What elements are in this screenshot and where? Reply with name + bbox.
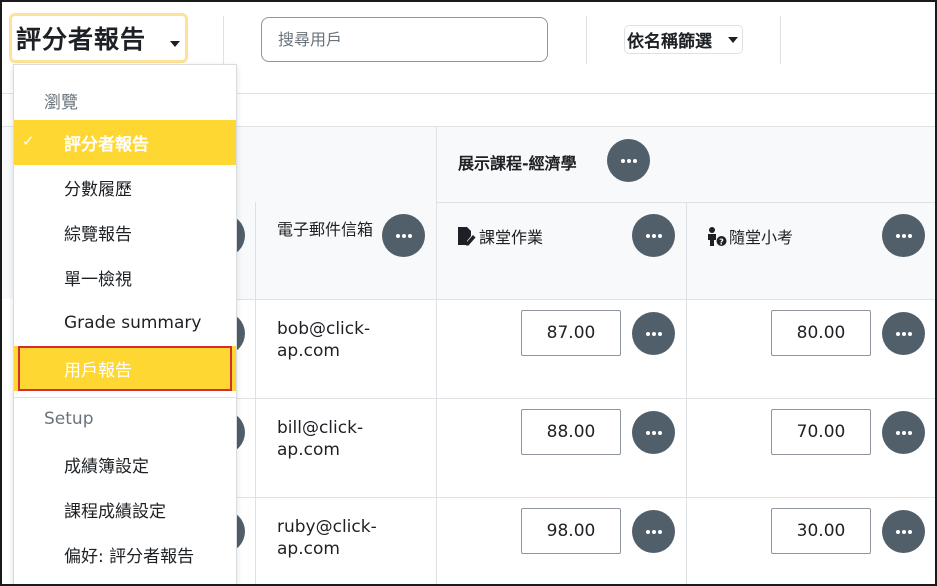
chevron-down-icon bbox=[170, 41, 180, 47]
assignment-column-actions-button[interactable] bbox=[632, 214, 675, 257]
checkmark-icon: ✓ bbox=[22, 132, 35, 150]
quiz-grade-input[interactable] bbox=[771, 310, 871, 356]
svg-text:?: ? bbox=[719, 238, 724, 247]
course-title: 展示課程-經濟學 bbox=[458, 154, 577, 173]
assignment-grade-input[interactable] bbox=[521, 409, 621, 455]
menu-item-user-report[interactable]: 用戶報告 bbox=[14, 346, 236, 391]
menu-divider bbox=[14, 397, 236, 398]
assignment-grade-actions-button[interactable] bbox=[632, 510, 675, 553]
quiz-icon: ? bbox=[708, 227, 727, 247]
report-selector[interactable]: 評分者報告 bbox=[9, 13, 188, 63]
quiz-column-actions-button[interactable] bbox=[882, 214, 925, 257]
column-header-assignment[interactable]: 課堂作業 bbox=[456, 224, 543, 248]
quiz-grade-actions-button[interactable] bbox=[882, 510, 925, 553]
report-dropdown-menu: 瀏覽 ✓ 評分者報告 分數履歷 綜覽報告 單一檢視 Grade summary … bbox=[13, 64, 237, 584]
menu-section-setup: Setup bbox=[44, 409, 94, 429]
quiz-grade-actions-button[interactable] bbox=[882, 411, 925, 454]
assignment-grade-actions-button[interactable] bbox=[632, 411, 675, 454]
toolbar-divider bbox=[780, 16, 781, 64]
quiz-grade-actions-button[interactable] bbox=[882, 312, 925, 355]
assignment-grade-input[interactable] bbox=[521, 508, 621, 554]
toolbar-divider bbox=[586, 16, 587, 64]
menu-item-grader-report[interactable]: ✓ 評分者報告 bbox=[14, 120, 236, 165]
menu-item-single-view[interactable]: 單一檢視 bbox=[14, 255, 236, 300]
assignment-icon bbox=[458, 227, 476, 246]
name-filter-label: 依名稱篩選 bbox=[627, 32, 712, 52]
menu-item-course-grade-settings[interactable]: 課程成績設定 bbox=[14, 487, 236, 532]
student-email: bob@click-ap.com bbox=[277, 319, 371, 361]
toolbar-divider bbox=[223, 16, 224, 64]
search-users-input[interactable] bbox=[261, 17, 548, 62]
menu-item-grade-summary[interactable]: Grade summary bbox=[14, 300, 236, 345]
screenshot-frame: 展示課程-經濟學 電子郵件信箱 課堂作業 ? 隨堂小考 bob@click-ap… bbox=[0, 0, 937, 586]
assignment-grade-input[interactable] bbox=[521, 310, 621, 356]
student-email: bill@click-ap.com bbox=[277, 418, 364, 460]
menu-item-grader-report-preferences[interactable]: 偏好: 評分者報告 bbox=[14, 532, 236, 577]
student-email: ruby@click-ap.com bbox=[277, 517, 377, 559]
assignment-grade-actions-button[interactable] bbox=[632, 312, 675, 355]
menu-item-gradebook-setup[interactable]: 成績簿設定 bbox=[14, 442, 236, 487]
menu-item-grade-history[interactable]: 分數履歷 bbox=[14, 165, 236, 210]
quiz-grade-input[interactable] bbox=[771, 409, 871, 455]
email-column-actions-button[interactable] bbox=[382, 214, 425, 257]
chevron-down-icon bbox=[728, 37, 738, 43]
column-header-email: 電子郵件信箱 bbox=[277, 220, 374, 239]
name-filter-button[interactable]: 依名稱篩選 bbox=[624, 25, 743, 54]
course-actions-button[interactable] bbox=[607, 139, 650, 182]
menu-item-overview-report[interactable]: 綜覽報告 bbox=[14, 210, 236, 255]
menu-section-view: 瀏覽 bbox=[44, 93, 78, 113]
report-selector-label: 評分者報告 bbox=[16, 25, 147, 54]
quiz-grade-input[interactable] bbox=[771, 508, 871, 554]
column-header-quiz[interactable]: ? 隨堂小考 bbox=[706, 224, 793, 248]
